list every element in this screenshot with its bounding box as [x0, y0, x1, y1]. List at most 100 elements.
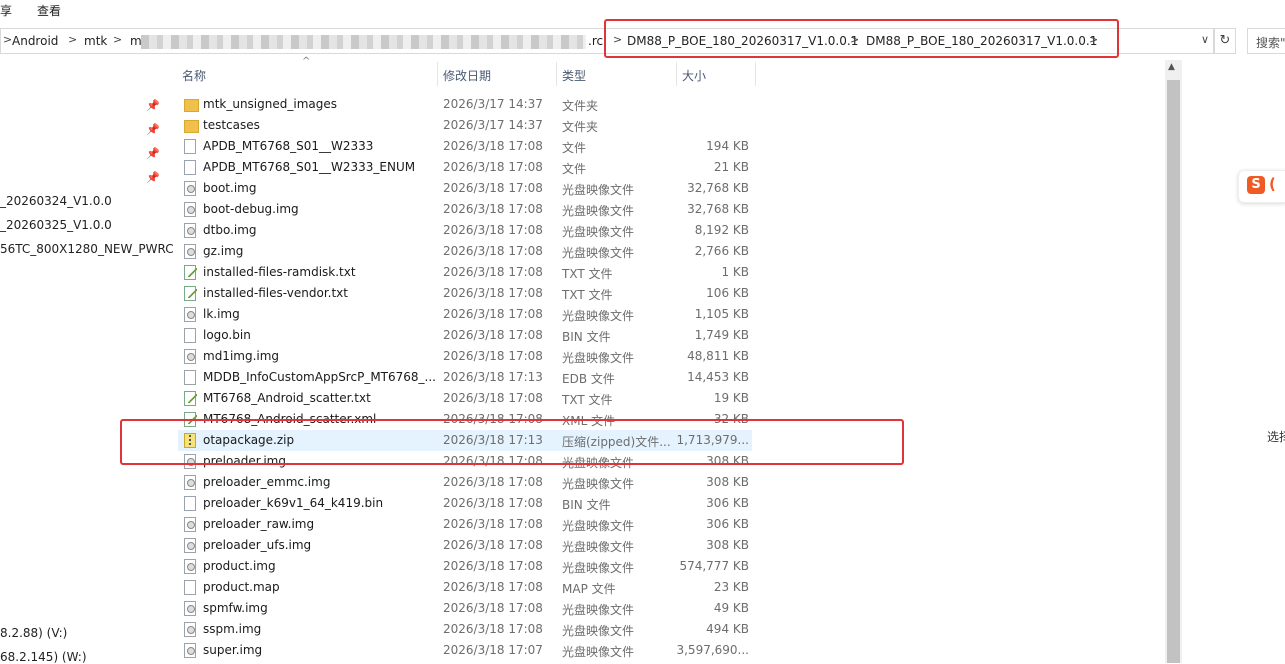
scroll-up-icon[interactable]: ▲ [1168, 62, 1175, 72]
nav-item-folder[interactable]: _20260324_V1.0.0 [0, 194, 112, 208]
column-divider[interactable] [437, 62, 438, 86]
file-name: MDDB_InfoCustomAppSrcP_MT6768_... [203, 370, 436, 384]
breadcrumb-mtk[interactable]: mtk [84, 34, 107, 48]
file-size: 2,766 KB [694, 244, 749, 258]
refresh-button[interactable]: ↻ [1214, 28, 1236, 54]
breadcrumb-android[interactable]: Android [12, 34, 58, 48]
file-row[interactable]: APDB_MT6768_S01__W2333 2026/3/18 17:08 文件 1… [178, 136, 752, 157]
file-row[interactable]: spmfw.img 2026/3/18 17:08 光盘映像文件 49 KB [178, 598, 752, 619]
column-header-row: 名称 ^ 修改日期 类型 大小 [178, 56, 758, 88]
file-row[interactable]: mtk_unsigned_images 2026/3/17 14:37 文件夹 [178, 94, 752, 115]
column-header-name[interactable]: 名称 [182, 67, 206, 84]
disc-icon [184, 349, 196, 364]
file-name: preloader_emmc.img [203, 475, 331, 489]
search-input[interactable]: 搜索" [1247, 28, 1285, 54]
column-header-size[interactable]: 大小 [682, 67, 706, 84]
file-row[interactable]: preloader_emmc.img 2026/3/18 17:08 光盘映像文件 3… [178, 472, 752, 493]
file-size: 32,768 KB [687, 181, 749, 195]
column-divider[interactable] [556, 62, 557, 86]
breadcrumb-rc[interactable]: .rc [588, 34, 603, 48]
disc-icon [184, 601, 196, 616]
file-name: preloader_ufs.img [203, 538, 312, 552]
file-row[interactable]: installed-files-vendor.txt 2026/3/18 17:0… [178, 283, 752, 304]
file-row[interactable]: md1img.img 2026/3/18 17:08 光盘映像文件 48,811 KB [178, 346, 752, 367]
file-date: 2026/3/18 17:08 [443, 244, 543, 258]
disc-icon [184, 559, 196, 574]
sogou-mode-icon: ( [1269, 175, 1276, 193]
file-name: preloader_raw.img [203, 517, 315, 531]
file-type: 光盘映像文件 [562, 624, 635, 638]
file-row[interactable]: boot-debug.img 2026/3/18 17:08 光盘映像文件 32,76… [178, 199, 752, 220]
file-name: gz.img [203, 244, 244, 258]
file-date: 2026/3/18 17:08 [443, 559, 543, 573]
file-row[interactable]: dtbo.img 2026/3/18 17:08 光盘映像文件 8,192 KB [178, 220, 752, 241]
file-name: mtk_unsigned_images [203, 97, 337, 111]
disc-icon [184, 181, 196, 196]
pin-icon[interactable]: 📌 [146, 171, 160, 184]
address-dropdown-icon[interactable]: ∨ [1201, 33, 1209, 46]
file-row[interactable]: preloader_raw.img 2026/3/18 17:08 光盘映像文件 30… [178, 514, 752, 535]
file-row[interactable]: installed-files-ramdisk.txt 2026/3/18 17:… [178, 262, 752, 283]
nav-item-folder[interactable]: 56TC_800X1280_NEW_PWRC [0, 242, 174, 256]
file-size: 1 KB [721, 265, 749, 279]
disc-icon [184, 223, 196, 238]
disc-icon [184, 643, 196, 658]
file-size: 1,105 KB [694, 307, 749, 321]
file-row[interactable]: product.img 2026/3/18 17:08 光盘映像文件 574,777 … [178, 556, 752, 577]
file-type: TXT 文件 [562, 288, 613, 302]
column-header-date[interactable]: 修改日期 [443, 67, 491, 84]
file-date: 2026/3/18 17:08 [443, 265, 543, 279]
blurred-path-segment [141, 35, 586, 49]
column-divider[interactable] [755, 62, 756, 86]
scrollbar-thumb[interactable] [1167, 80, 1180, 663]
file-row[interactable]: preloader_k69v1_64_k419.bin 2026/3/18 17:… [178, 493, 752, 514]
file-size: 194 KB [706, 139, 749, 153]
file-icon [184, 328, 196, 343]
file-row[interactable]: super.img 2026/3/18 17:07 光盘映像文件 3,597,690.… [178, 640, 752, 661]
file-name: preloader_k69v1_64_k419.bin [203, 496, 384, 510]
tab-share[interactable]: 享 [0, 2, 12, 19]
pin-icon[interactable]: 📌 [146, 123, 160, 136]
file-name: spmfw.img [203, 601, 268, 615]
file-date: 2026/3/18 17:08 [443, 349, 543, 363]
disc-icon [184, 622, 196, 637]
file-date: 2026/3/18 17:08 [443, 328, 543, 342]
file-date: 2026/3/18 17:08 [443, 391, 543, 405]
file-row[interactable]: lk.img 2026/3/18 17:08 光盘映像文件 1,105 KB [178, 304, 752, 325]
file-row[interactable]: MDDB_InfoCustomAppSrcP_MT6768_... 2026/3/… [178, 367, 752, 388]
file-type: 光盘映像文件 [562, 603, 635, 617]
nav-item-drive-w[interactable]: 68.2.145) (W:) [0, 650, 87, 664]
file-name: APDB_MT6768_S01__W2333 [203, 139, 374, 153]
file-row[interactable]: product.map 2026/3/18 17:08 MAP 文件 23 KB [178, 577, 752, 598]
file-row[interactable]: gz.img 2026/3/18 17:08 光盘映像文件 2,766 KB [178, 241, 752, 262]
file-row[interactable]: MT6768_Android_scatter.txt 2026/3/18 17:0… [178, 388, 752, 409]
file-row[interactable]: boot.img 2026/3/18 17:08 光盘映像文件 32,768 KB [178, 178, 752, 199]
vertical-scrollbar[interactable]: ▲ [1165, 60, 1182, 663]
chevron-right-icon[interactable]: > [68, 33, 77, 46]
nav-item-folder[interactable]: _20260325_V1.0.0 [0, 218, 112, 232]
nav-item-drive-v[interactable]: 8.2.88) (V:) [0, 626, 67, 640]
column-divider[interactable] [676, 62, 677, 86]
file-icon [184, 370, 196, 385]
file-row[interactable]: testcases 2026/3/17 14:37 文件夹 [178, 115, 752, 136]
tab-view[interactable]: 查看 [37, 2, 61, 19]
breadcrumb-m[interactable]: m [130, 34, 142, 48]
sort-ascending-icon: ^ [302, 56, 311, 67]
file-row[interactable]: sspm.img 2026/3/18 17:08 光盘映像文件 494 KB [178, 619, 752, 640]
file-row[interactable]: preloader_ufs.img 2026/3/18 17:08 光盘映像文件 30… [178, 535, 752, 556]
file-name: boot-debug.img [203, 202, 299, 216]
highlight-box-address [604, 19, 1119, 58]
disc-icon [184, 517, 196, 532]
file-date: 2026/3/17 14:37 [443, 97, 543, 111]
column-header-type[interactable]: 类型 [562, 67, 586, 84]
chevron-right-icon[interactable]: > [113, 33, 122, 46]
pin-icon[interactable]: 📌 [146, 147, 160, 160]
file-date: 2026/3/18 17:07 [443, 643, 543, 657]
file-type: 文件 [562, 141, 587, 155]
file-type: 光盘映像文件 [562, 309, 635, 323]
file-row[interactable]: logo.bin 2026/3/18 17:08 BIN 文件 1,749 KB [178, 325, 752, 346]
file-type: 光盘映像文件 [562, 204, 635, 218]
pin-icon[interactable]: 📌 [146, 99, 160, 112]
file-row[interactable]: APDB_MT6768_S01__W2333_ENUM 2026/3/18 17:… [178, 157, 752, 178]
sogou-ime-widget[interactable]: S ( [1238, 170, 1285, 203]
